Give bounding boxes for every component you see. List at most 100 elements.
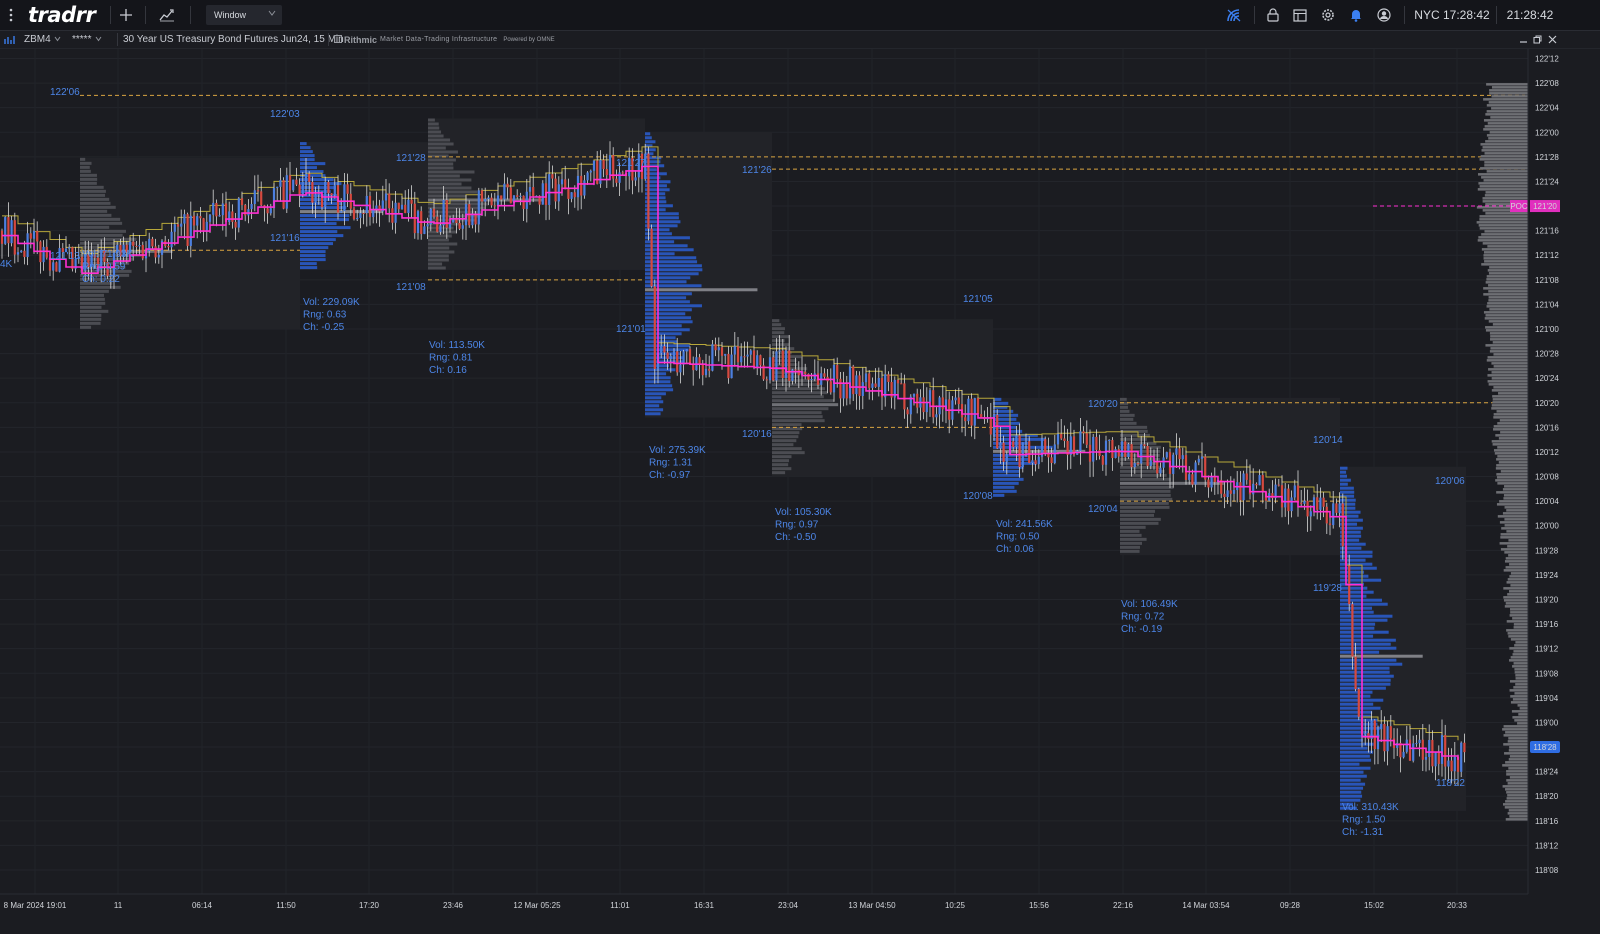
- composite-profile-row: [1484, 230, 1528, 233]
- volume-profile-row: [80, 305, 102, 309]
- volume-profile-row: [1340, 770, 1364, 774]
- volume-profile-row: [645, 384, 673, 388]
- composite-profile-row: [1483, 254, 1528, 257]
- composite-profile-row: [1486, 305, 1528, 308]
- candle-body: [1415, 743, 1418, 745]
- candle-body: [1207, 479, 1210, 488]
- composite-profile-row: [1491, 95, 1528, 98]
- composite-profile-row: [1486, 104, 1528, 107]
- volume-profile-row: [645, 132, 651, 136]
- candle-body: [954, 397, 957, 401]
- volume-profile-row: [1340, 758, 1372, 762]
- volume-profile-row: [428, 182, 462, 186]
- candle-body: [1389, 726, 1392, 739]
- rating-selector[interactable]: *****: [72, 31, 102, 48]
- price-chart[interactable]: 122'06 121'13 Vol: 71.93K Rng: 0.59Ch: 0.22…: [0, 49, 1600, 934]
- composite-profile-row: [1509, 815, 1528, 818]
- composite-profile-row: [1515, 683, 1528, 686]
- composite-profile-row: [1488, 272, 1528, 275]
- candle-body: [487, 197, 490, 200]
- volume-profile-row: [772, 403, 839, 407]
- volume-profile-row: [80, 321, 101, 325]
- candle-body: [36, 230, 39, 242]
- composite-profile-row: [1498, 392, 1528, 395]
- composite-profile-row: [1515, 641, 1528, 644]
- candle-body: [1440, 735, 1444, 764]
- composite-profile-row: [1506, 581, 1528, 584]
- composite-profile-row: [1506, 791, 1528, 794]
- candle-body: [308, 173, 311, 182]
- bell-icon[interactable]: [1347, 0, 1365, 30]
- candle-body: [151, 238, 154, 247]
- gear-icon[interactable]: [1319, 0, 1337, 30]
- window-select[interactable]: Window: [206, 5, 282, 25]
- candle-body: [1402, 751, 1405, 758]
- composite-profile-row: [1496, 410, 1528, 413]
- session-volume-label: Vol: 275.39K: [649, 445, 706, 456]
- candle-body: [1450, 760, 1453, 772]
- volume-profile-row: [645, 140, 656, 144]
- candle-body: [1111, 439, 1114, 458]
- composite-profile-row: [1506, 629, 1528, 632]
- chart-type-icon[interactable]: [4, 31, 15, 48]
- minimize-icon[interactable]: [1519, 31, 1528, 48]
- candle-body: [932, 390, 935, 418]
- composite-profile-row: [1487, 380, 1528, 383]
- composite-profile-row: [1496, 458, 1528, 461]
- volume-profile-row: [1340, 634, 1374, 638]
- close-icon[interactable]: [1548, 31, 1557, 48]
- add-icon[interactable]: [116, 0, 136, 30]
- candle-body: [864, 373, 868, 383]
- composite-profile-row: [1482, 242, 1528, 245]
- composite-profile-row: [1497, 515, 1528, 518]
- composite-profile-row: [1491, 404, 1528, 407]
- symbol-selector[interactable]: ZBM4: [24, 31, 61, 48]
- user-icon[interactable]: [1375, 0, 1393, 30]
- volume-profile-row: [1340, 598, 1382, 602]
- candle-body: [506, 183, 509, 188]
- candle-body: [1412, 743, 1415, 761]
- composite-profile-row: [1509, 755, 1528, 758]
- candle-body: [208, 214, 212, 222]
- composite-profile-row: [1503, 743, 1528, 746]
- candle-body: [496, 195, 500, 206]
- data-provider-badge: Rithmic Market Data-Trading Infrastructu…: [334, 31, 555, 48]
- volume-profile-row: [1340, 766, 1371, 770]
- candle-body: [1156, 460, 1159, 474]
- volume-profile-row: [1340, 670, 1390, 674]
- volume-profile-row: [1340, 646, 1397, 650]
- candle-body: [256, 190, 260, 192]
- candle-body: [1261, 475, 1264, 493]
- candle-body: [404, 204, 407, 214]
- candle-body: [400, 204, 404, 210]
- volume-profile-row: [772, 423, 802, 427]
- layout-icon[interactable]: [1291, 0, 1309, 30]
- volume-profile-row: [428, 246, 450, 250]
- session-low-label: 121'08: [396, 282, 426, 293]
- lock-icon[interactable]: [1264, 0, 1282, 30]
- composite-profile-row: [1504, 605, 1528, 608]
- composite-profile-row: [1481, 233, 1528, 236]
- menu-dots-icon[interactable]: [4, 0, 18, 30]
- indicator-chart-icon[interactable]: [156, 0, 178, 30]
- volume-profile-row: [1120, 413, 1135, 417]
- composite-profile-row: [1489, 89, 1528, 92]
- divider: [117, 33, 118, 46]
- volume-profile-row: [1340, 638, 1396, 642]
- candle-body: [519, 195, 522, 197]
- volume-profile-row: [772, 407, 829, 411]
- candle-body: [42, 246, 45, 263]
- composite-profile-row: [1478, 182, 1528, 185]
- volume-profile-row: [772, 323, 782, 327]
- divider: [190, 6, 191, 24]
- time-tick-label: 8 Mar 2024 19:01: [4, 901, 67, 910]
- candle-body: [714, 344, 717, 351]
- volume-profile-row: [428, 130, 442, 134]
- candle-body: [679, 364, 682, 373]
- volume-profile-row: [428, 162, 454, 166]
- composite-profile-row: [1488, 299, 1528, 302]
- volume-profile-row: [645, 268, 703, 272]
- restore-icon[interactable]: [1533, 31, 1542, 48]
- connection-signal-icon[interactable]: [1224, 0, 1244, 30]
- composite-profile-row: [1493, 386, 1528, 389]
